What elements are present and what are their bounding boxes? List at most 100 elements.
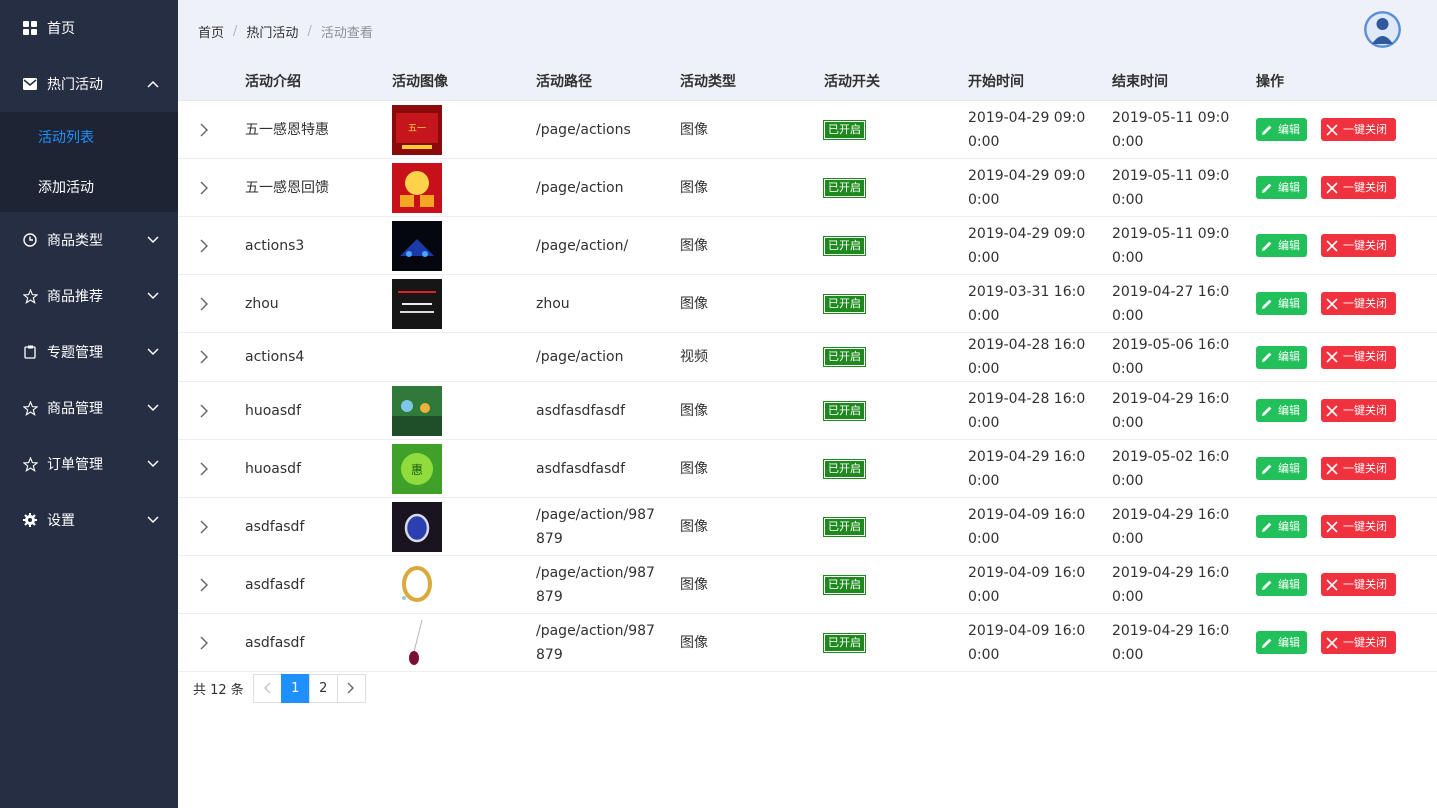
- expand-row-button[interactable]: [196, 498, 212, 555]
- edit-button[interactable]: 编辑: [1256, 457, 1307, 480]
- expand-row-button[interactable]: [196, 217, 212, 274]
- one-click-close-button[interactable]: 一键关闭: [1321, 399, 1396, 422]
- activity-intro: asdfasdf: [245, 634, 305, 651]
- expand-row-button[interactable]: [196, 440, 212, 497]
- breadcrumb-home[interactable]: 首页: [198, 22, 224, 41]
- close-icon: [1326, 636, 1338, 649]
- pencil-icon: [1261, 240, 1273, 252]
- close-button-label: 一键关闭: [1343, 296, 1387, 310]
- edit-button[interactable]: 编辑: [1256, 345, 1307, 369]
- table-header: 活动介绍 活动图像 活动路径 活动类型 活动开关 开始时间 结束时间 操作: [178, 61, 1437, 101]
- chevron-right-icon: [200, 578, 208, 591]
- sidebar-item-order-management[interactable]: 订单管理: [0, 436, 178, 492]
- end-time: 2019-04-29 16:0 0:00: [1112, 382, 1237, 439]
- start-time: 2019-04-29 16:0 0:00: [968, 440, 1093, 497]
- close-button-label: 一键关闭: [1343, 635, 1387, 649]
- activity-type: 图像: [680, 237, 708, 254]
- edit-button[interactable]: 编辑: [1256, 234, 1307, 257]
- sidebar-item-topic-management[interactable]: 专题管理: [0, 324, 178, 380]
- activity-type: 视频: [680, 349, 708, 365]
- expand-row-button[interactable]: [196, 333, 212, 381]
- chevron-right-icon: [200, 404, 208, 417]
- column-header: 活动开关: [824, 74, 880, 90]
- breadcrumb-hot-activities[interactable]: 热门活动: [246, 22, 298, 41]
- table-row: huoasdf asdfasdfasdf 图像 已开启 2019-04-28 16:0 0…: [178, 382, 1437, 440]
- chevron-right-icon: [200, 350, 208, 364]
- one-click-close-button[interactable]: 一键关闭: [1321, 345, 1396, 369]
- page-button-1[interactable]: 1: [280, 673, 310, 703]
- expand-row-button[interactable]: [196, 556, 212, 613]
- one-click-close-button[interactable]: 一键关闭: [1321, 176, 1396, 199]
- chevron-down-icon: [146, 401, 160, 415]
- one-click-close-button[interactable]: 一键关闭: [1321, 118, 1396, 141]
- end-time-line: 2019-04-29 16:0: [1112, 506, 1230, 523]
- prev-page-button[interactable]: [252, 673, 282, 703]
- one-click-close-button[interactable]: 一键关闭: [1321, 631, 1396, 654]
- clipboard-icon: [22, 344, 38, 360]
- sidebar-item-add-activity[interactable]: 添加活动: [0, 162, 178, 212]
- activity-type: 图像: [680, 121, 708, 138]
- start-time: 2019-04-28 16:0 0:00: [968, 382, 1093, 439]
- start-time: 2019-04-09 16:0 0:00: [968, 556, 1093, 613]
- edit-button[interactable]: 编辑: [1256, 118, 1307, 141]
- sidebar-item-product-management[interactable]: 商品管理: [0, 380, 178, 436]
- activity-image: [392, 382, 442, 439]
- start-time: 2019-04-09 16:0 0:00: [968, 614, 1093, 671]
- sidebar-item-label: 订单管理: [47, 457, 103, 473]
- next-page-button[interactable]: [336, 673, 366, 703]
- sidebar-item-product-types[interactable]: 商品类型: [0, 212, 178, 268]
- close-button-label: 一键关闭: [1343, 180, 1387, 194]
- activity-table: 活动介绍 活动图像 活动路径 活动类型 活动开关 开始时间 结束时间 操作 五一…: [178, 61, 1437, 672]
- sidebar-item-hot-activities[interactable]: 热门活动: [0, 56, 178, 112]
- column-header: 活动图像: [392, 74, 448, 90]
- activity-type: 图像: [680, 179, 708, 196]
- close-icon: [1326, 462, 1338, 475]
- edit-button[interactable]: 编辑: [1256, 292, 1307, 315]
- expand-row-button[interactable]: [196, 159, 212, 216]
- column-header: 开始时间: [968, 74, 1024, 90]
- sidebar-item-home[interactable]: 首页: [0, 0, 178, 56]
- expand-row-button[interactable]: [196, 275, 212, 332]
- page-button-2[interactable]: 2: [308, 673, 338, 703]
- one-click-close-button[interactable]: 一键关闭: [1321, 573, 1396, 596]
- one-click-close-button[interactable]: 一键关闭: [1321, 515, 1396, 538]
- one-click-close-button[interactable]: 一键关闭: [1321, 292, 1396, 315]
- avatar[interactable]: [1364, 11, 1401, 48]
- activity-path: /page/action: [536, 349, 624, 365]
- chevron-up-icon: [146, 77, 160, 91]
- one-click-close-button[interactable]: 一键关闭: [1321, 457, 1396, 480]
- expand-row-button[interactable]: [196, 101, 212, 158]
- status-badge: 已开启: [823, 516, 866, 537]
- sidebar-item-activity-list[interactable]: 活动列表: [0, 112, 178, 162]
- one-click-close-button[interactable]: 一键关闭: [1321, 234, 1396, 257]
- end-time-line: 2019-04-29 16:0: [1112, 564, 1230, 581]
- activity-type: 图像: [680, 518, 708, 535]
- activity-image: [392, 275, 442, 332]
- expand-row-button[interactable]: [196, 382, 212, 439]
- status-badge: 已开启: [823, 574, 866, 595]
- status-badge: 已开启: [823, 235, 866, 256]
- end-time-line: 2019-04-29 16:0: [1112, 622, 1230, 639]
- close-icon: [1326, 404, 1338, 417]
- expand-row-button[interactable]: [196, 614, 212, 671]
- sidebar-item-product-recommend[interactable]: 商品推荐: [0, 268, 178, 324]
- end-time-line: 2019-04-27 16:0: [1112, 283, 1230, 300]
- end-time: 2019-05-11 09:0 0:00: [1112, 101, 1237, 158]
- star-icon: [22, 288, 38, 304]
- chevron-down-icon: [146, 289, 160, 303]
- edit-button[interactable]: 编辑: [1256, 573, 1307, 596]
- edit-button[interactable]: 编辑: [1256, 176, 1307, 199]
- edit-button[interactable]: 编辑: [1256, 399, 1307, 422]
- activity-path-line: 879: [536, 588, 563, 605]
- start-time-line: 0:00: [968, 414, 1000, 431]
- edit-button[interactable]: 编辑: [1256, 515, 1307, 538]
- activity-image: [392, 217, 442, 274]
- sidebar-item-settings[interactable]: 设置: [0, 492, 178, 548]
- activity-intro: 五一感恩特惠: [245, 121, 329, 138]
- chevron-left-icon: [264, 682, 271, 694]
- edit-button[interactable]: 编辑: [1256, 631, 1307, 654]
- end-time: 2019-05-06 16:0 0:00: [1112, 333, 1237, 381]
- table-row: huoasdf 惠 asdfasdfasdf 图像 已开启 2019-04-29 16:0…: [178, 440, 1437, 498]
- end-time: 2019-04-29 16:0 0:00: [1112, 614, 1237, 671]
- table-body: 五一感恩特惠 五一/page/actions 图像 已开启 2019-04-29 09:…: [178, 101, 1437, 672]
